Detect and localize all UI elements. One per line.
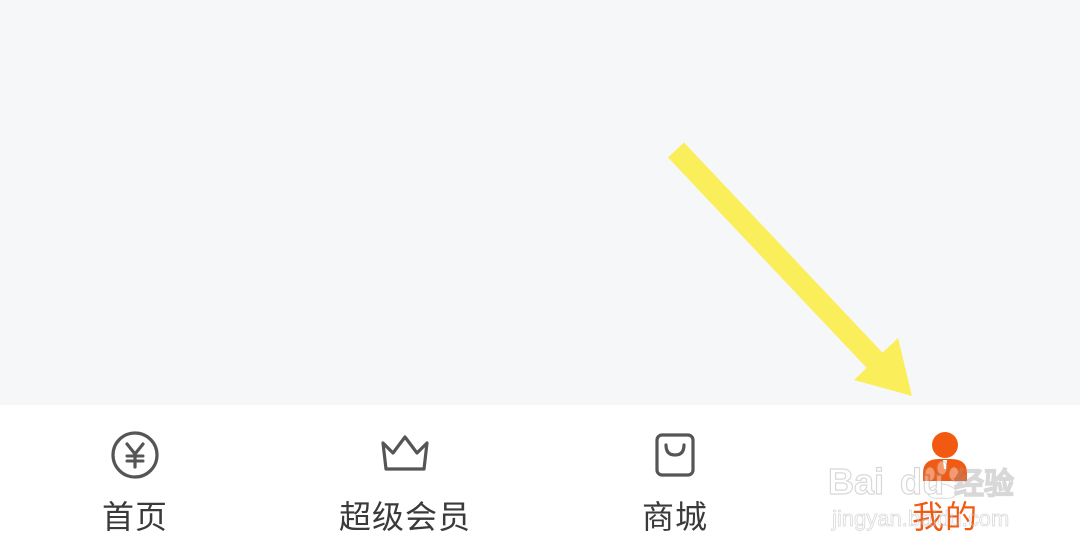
shopping-bag-icon [649, 429, 701, 481]
user-icon [919, 429, 971, 481]
tab-mall-label: 商城 [641, 498, 708, 536]
tab-mine-label: 我的 [911, 498, 978, 536]
crown-icon [379, 429, 431, 481]
tab-mine[interactable]: 我的 [810, 405, 1080, 552]
yuan-circle-icon [109, 429, 161, 481]
tab-home-label: 首页 [101, 498, 168, 536]
tab-vip[interactable]: 超级会员 [270, 405, 540, 552]
tab-home[interactable]: 首页 [0, 405, 270, 552]
app-screen: 首页 超级会员 商城 我的 Bai du 经验 jingyan.baidu.co… [0, 0, 1080, 552]
tab-vip-label: 超级会员 [338, 498, 471, 536]
content-area [0, 0, 1080, 405]
bottom-tab-bar: 首页 超级会员 商城 我的 [0, 405, 1080, 552]
tab-mall[interactable]: 商城 [540, 405, 810, 552]
